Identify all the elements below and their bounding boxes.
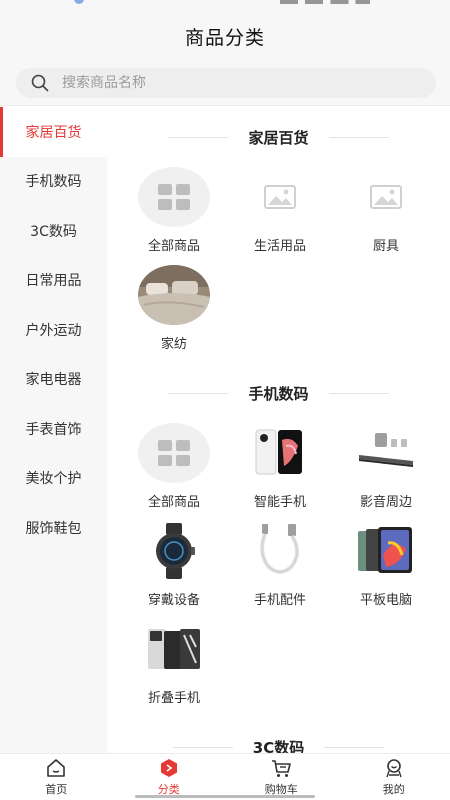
tablet-photo [358, 527, 412, 573]
category-item-label: 折叠手机 [147, 691, 200, 706]
bottom-tab-bar: 首页 分类 购物车 我的 [0, 753, 450, 800]
category-item-label: 智能手机 [253, 495, 306, 510]
category-item-label: 平板电脑 [359, 593, 412, 608]
sidebar-item-appliances[interactable]: 家电电器 [0, 355, 107, 405]
search-input[interactable] [62, 75, 402, 91]
tab-category[interactable]: 分类 [113, 754, 226, 800]
status-icons [280, 0, 370, 4]
category-item-label: 全部商品 [147, 239, 200, 254]
category-grid: 全部商品 智能手机 影音周边 穿戴设备 手机配件 平板电脑 折叠手机 [107, 423, 450, 717]
speaker-photo [359, 433, 413, 467]
category-item-label: 全部商品 [147, 495, 200, 510]
tab-home[interactable]: 首页 [0, 754, 113, 800]
status-indicator-icon [74, 0, 84, 4]
sidebar-item-label: 3C数码 [30, 223, 77, 240]
sidebar-item-daily-goods[interactable]: 日常用品 [0, 256, 107, 306]
section-title: 3C数码 [107, 717, 450, 754]
category-item-smartphone[interactable]: 智能手机 [227, 423, 333, 521]
category-item-label: 穿戴设备 [147, 593, 200, 608]
category-grid: 全部商品 生活用品 厨具 家纺 [107, 167, 450, 363]
home-icon [47, 759, 66, 777]
category-item-label: 影音周边 [359, 495, 412, 510]
sidebar-item-outdoor-sports[interactable]: 户外运动 [0, 305, 107, 355]
tab-cart[interactable]: 购物车 [225, 754, 338, 800]
foldable-phone-photo [148, 629, 200, 669]
header: 商品分类 [0, 12, 450, 60]
search-icon [31, 74, 49, 92]
smartphone-photo [255, 429, 302, 475]
sidebar-item-label: 户外运动 [25, 322, 82, 339]
section-title: 手机数码 [107, 363, 450, 423]
sidebar-item-label: 家电电器 [25, 372, 82, 389]
category-content: 家居百货 全部商品 生活用品 厨具 家纺 手机数码 全部商品 智能手机 影音周边… [107, 107, 450, 753]
category-item-phone-accessories[interactable]: 手机配件 [227, 521, 333, 619]
category-item-bedding[interactable]: 家纺 [121, 265, 227, 363]
category-item-all[interactable]: 全部商品 [121, 423, 227, 521]
category-item-label: 厨具 [372, 239, 399, 254]
category-item-all[interactable]: 全部商品 [121, 167, 227, 265]
grid-icon [138, 167, 210, 227]
image-placeholder-icon [370, 185, 402, 209]
category-sidebar: 家居百货 手机数码 3C数码 日常用品 户外运动 家电电器 手表首饰 美妆个护 … [0, 107, 107, 753]
bedding-photo [138, 265, 210, 325]
image-placeholder-icon [264, 185, 296, 209]
category-item-audio-video[interactable]: 影音周边 [333, 423, 439, 521]
sidebar-item-label: 美妆个护 [25, 471, 82, 488]
category-item-tablets[interactable]: 平板电脑 [333, 521, 439, 619]
tab-label: 我的 [382, 783, 405, 796]
sidebar-item-label: 家居百货 [25, 124, 82, 141]
sidebar-item-label: 服饰鞋包 [25, 520, 82, 537]
cable-photo [260, 524, 299, 574]
sidebar-item-label: 手表首饰 [25, 421, 82, 438]
cart-icon [272, 760, 292, 777]
category-item-foldable-phones[interactable]: 折叠手机 [121, 619, 227, 717]
sidebar-item-mobile-digital[interactable]: 手机数码 [0, 157, 107, 207]
category-icon [160, 759, 177, 777]
tab-label: 首页 [45, 783, 68, 796]
category-item-label: 生活用品 [253, 239, 306, 254]
category-item-daily-use[interactable]: 生活用品 [227, 167, 333, 265]
home-indicator [135, 795, 315, 798]
category-item-label: 手机配件 [253, 593, 306, 608]
sidebar-item-beauty-care[interactable]: 美妆个护 [0, 454, 107, 504]
search-bar[interactable] [16, 68, 436, 98]
page-title: 商品分类 [184, 26, 265, 49]
category-item-wearables[interactable]: 穿戴设备 [121, 521, 227, 619]
search-area [0, 60, 450, 106]
sidebar-item-home-goods[interactable]: 家居百货 [0, 107, 107, 157]
sidebar-item-3c-digital[interactable]: 3C数码 [0, 206, 107, 256]
sidebar-item-apparel-bags[interactable]: 服饰鞋包 [0, 503, 107, 553]
sidebar-item-label: 日常用品 [25, 273, 82, 290]
smartwatch-photo [156, 523, 195, 579]
sidebar-item-watches-jewelry[interactable]: 手表首饰 [0, 404, 107, 454]
sidebar-item-label: 手机数码 [25, 174, 82, 191]
section-title: 家居百货 [107, 107, 450, 167]
status-bar [0, 0, 450, 12]
category-item-label: 家纺 [160, 337, 187, 352]
profile-icon [386, 759, 402, 778]
category-item-kitchenware[interactable]: 厨具 [333, 167, 439, 265]
grid-icon [138, 423, 210, 483]
tab-profile[interactable]: 我的 [338, 754, 450, 800]
